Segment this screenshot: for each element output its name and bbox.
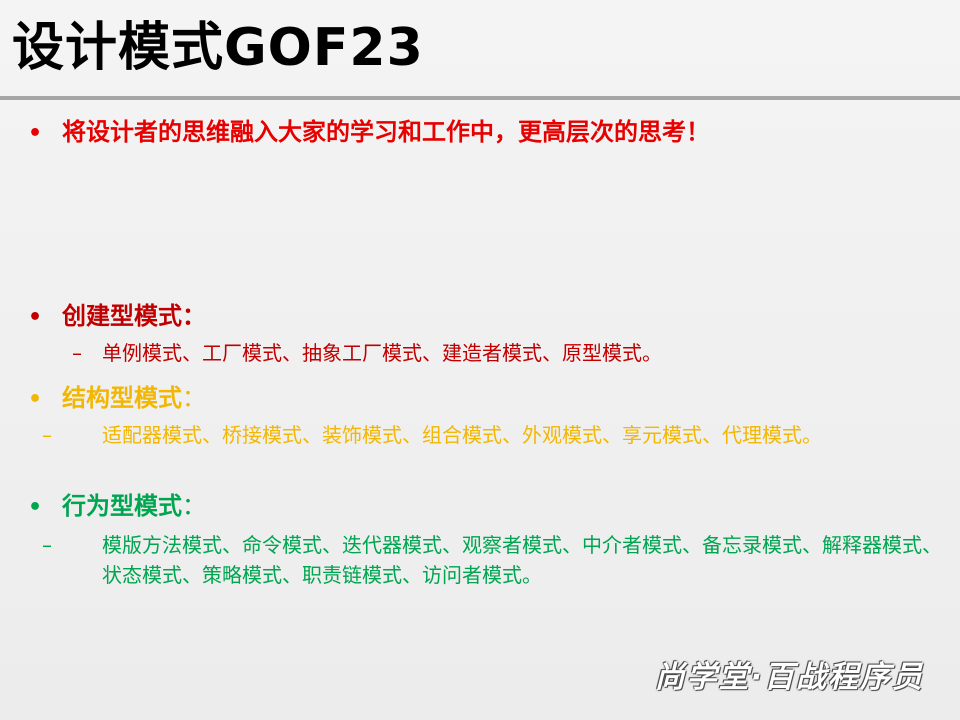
sub-behavioral: – 模版方法模式、命令模式、迭代器模式、观察者模式、中介者模式、备忘录模式、解释器… [42,530,952,590]
dash-icon: – [42,533,52,557]
bullet-creational: • 创建型模式： [28,298,206,336]
bullet-dot-icon: • [28,305,43,330]
bullet-intro: • 将设计者的思维融入大家的学习和工作中，更高层次的思考！ [28,114,710,152]
bullet-behavioral: • 行为型模式： [28,488,206,526]
bullet-structural-text: 结构型模式 [62,384,182,412]
bullet-structural: • 结构型模式： [28,380,206,418]
sub-creational-text: 单例模式、工厂模式、抽象工厂模式、建造者模式、原型模式。 [102,341,662,365]
bullet-dot-icon: • [28,387,43,412]
sub-structural-text: 适配器模式、桥接模式、装饰模式、组合模式、外观模式、享元模式、代理模式。 [102,423,822,447]
watermark-logo: 尚学堂·百战程序员 [654,660,924,695]
bullet-creational-text: 创建型模式： [62,302,206,330]
dash-icon: – [72,341,82,365]
title-divider [0,96,960,100]
bullet-behavioral-text: 行为型模式 [62,492,182,520]
sub-creational: – 单例模式、工厂模式、抽象工厂模式、建造者模式、原型模式。 [72,338,922,368]
bullet-dot-icon: • [28,121,43,146]
bullet-dot-icon: • [28,495,43,520]
slide: 设计模式GOF23 • 将设计者的思维融入大家的学习和工作中，更高层次的思考！ •… [0,0,960,720]
sub-structural: – 适配器模式、桥接模式、装饰模式、组合模式、外观模式、享元模式、代理模式。 [42,420,952,450]
bullet-intro-text: 将设计者的思维融入大家的学习和工作中，更高层次的思考！ [62,118,710,146]
bullet-behavioral-colon: ： [182,492,206,520]
sub-behavioral-text: 模版方法模式、命令模式、迭代器模式、观察者模式、中介者模式、备忘录模式、解释器模… [102,533,942,587]
bullet-structural-colon: ： [182,384,206,412]
dash-icon: – [42,423,52,447]
slide-title: 设计模式GOF23 [12,18,424,78]
